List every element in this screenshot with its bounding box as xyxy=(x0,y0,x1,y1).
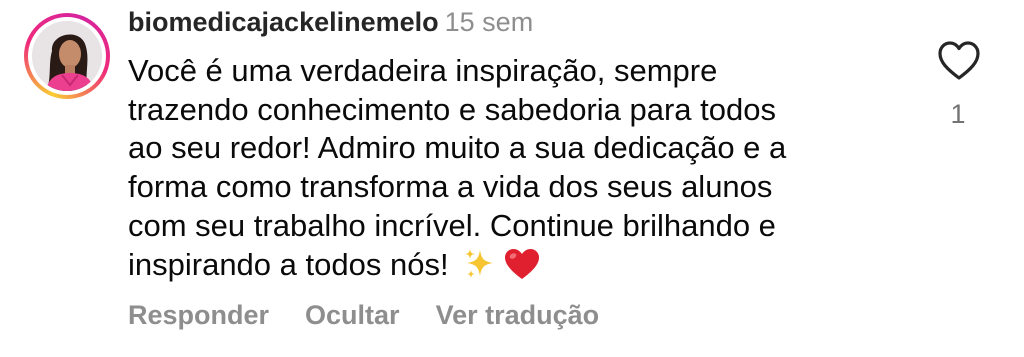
comment-text: Você é uma verdadeira inspiração, sempre… xyxy=(128,52,888,284)
red-heart-emoji-icon xyxy=(504,248,539,279)
comment-line: trazendo conhecimento e sabedoria para t… xyxy=(128,91,776,127)
reply-button[interactable]: Responder xyxy=(128,300,269,330)
comment-line: com seu trabalho incrível. Continue bril… xyxy=(128,207,776,243)
hide-button[interactable]: Ocultar xyxy=(305,300,400,330)
comment-header: biomedicajackelinemelo 15 sem xyxy=(128,6,533,38)
comment-line: Você é uma verdadeira inspiração, sempre xyxy=(128,53,718,88)
avatar-image xyxy=(32,21,102,91)
comment-actions: Responder Ocultar Ver tradução xyxy=(128,298,635,332)
comment-line: inspirando a todos nós! xyxy=(128,246,449,282)
comment-last-line: inspirando a todos nós! xyxy=(128,246,888,285)
sparkles-emoji-icon xyxy=(464,248,493,278)
avatar[interactable] xyxy=(32,21,102,91)
translate-button[interactable]: Ver tradução xyxy=(436,300,600,330)
story-ring[interactable] xyxy=(24,13,110,99)
like-count: 1 xyxy=(950,99,966,129)
username-link[interactable]: biomedicajackelinemelo xyxy=(128,7,439,37)
comment-line: forma como transforma a vida dos seus al… xyxy=(128,169,773,205)
comment-line: ao seu redor! Admiro muito a sua dedicaç… xyxy=(128,130,787,166)
heart-outline-icon[interactable] xyxy=(935,38,983,82)
comment: biomedicajackelinemelo 15 sem Você é uma … xyxy=(0,0,1024,357)
timestamp: 15 sem xyxy=(444,7,534,37)
avatar-border xyxy=(28,17,106,95)
